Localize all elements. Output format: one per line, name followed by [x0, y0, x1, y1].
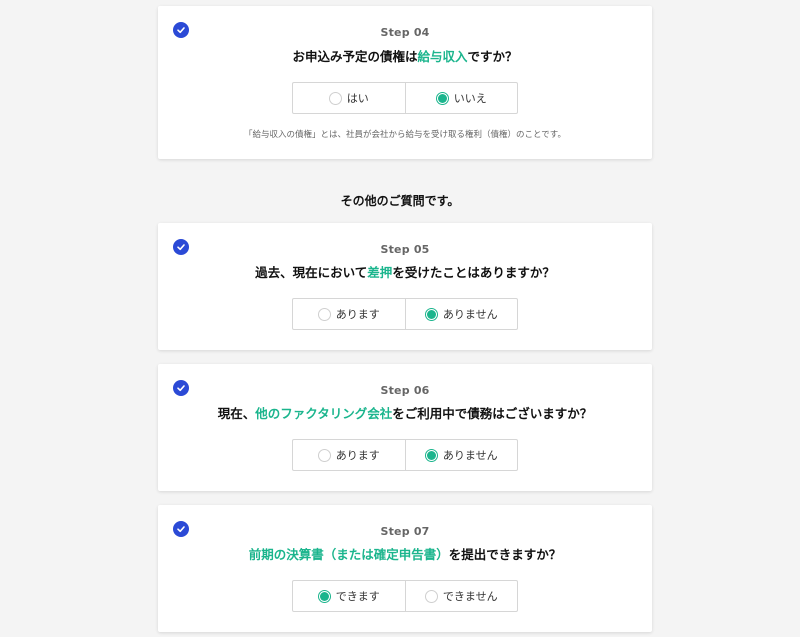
radio-selected-icon[interactable]	[424, 448, 438, 462]
question-text: お申込み予定の債権は給与収入ですか？	[292, 49, 518, 64]
option-no[interactable]: ありません	[404, 440, 518, 470]
question-text: 過去、現在において差押を受けたことはありますか？	[255, 265, 555, 280]
step-label: Step 06	[380, 384, 430, 397]
question-text: 前期の決算書（または確定申告書）を提出できますか？	[248, 547, 562, 562]
question-card-step-06: Step 06 現在、他のファクタリング会社をご利用中で債務はございますか？ あ…	[158, 364, 652, 491]
radio-icon[interactable]	[328, 91, 342, 105]
option-no[interactable]: ありません	[404, 299, 518, 329]
radio-icon[interactable]	[424, 589, 438, 603]
radio-icon[interactable]	[317, 307, 331, 321]
section-title: その他のご質問です。	[340, 194, 460, 208]
option-no[interactable]: いいえ	[404, 83, 518, 113]
question-highlight: 差押	[367, 265, 393, 280]
step-label: Step 04	[380, 26, 430, 39]
answer-options: あります ありません	[292, 439, 518, 471]
radio-selected-icon[interactable]	[317, 589, 331, 603]
radio-selected-icon[interactable]	[435, 91, 449, 105]
help-note: 「給与収入の債権」とは、社員が会社から給与を受け取る権利（債権）のことです。	[244, 130, 566, 140]
answer-options: できます できません	[292, 580, 518, 612]
step-label: Step 05	[380, 243, 430, 256]
option-yes[interactable]: できます	[293, 581, 405, 611]
question-card-step-07: Step 07 前期の決算書（または確定申告書）を提出できますか？ できます で…	[158, 505, 652, 632]
radio-selected-icon[interactable]	[424, 307, 438, 321]
step-label: Step 07	[380, 525, 430, 538]
answer-options: あります ありません	[292, 298, 518, 330]
question-highlight: 給与収入	[417, 49, 468, 64]
radio-icon[interactable]	[317, 448, 331, 462]
question-card-step-05: Step 05 過去、現在において差押を受けたことはありますか？ あります あり…	[158, 223, 652, 350]
question-highlight: 前期の決算書（または確定申告書）	[248, 547, 449, 562]
option-yes[interactable]: あります	[293, 299, 405, 329]
option-no[interactable]: できません	[404, 581, 518, 611]
option-yes[interactable]: あります	[293, 440, 405, 470]
question-card-step-04: Step 04 お申込み予定の債権は給与収入ですか？ はい いいえ 「給与収入の…	[158, 6, 652, 159]
question-highlight: 他のファクタリング会社	[255, 406, 393, 421]
question-text: 現在、他のファクタリング会社をご利用中で債務はございますか？	[217, 406, 593, 421]
answer-options: はい いいえ	[292, 82, 518, 114]
option-yes[interactable]: はい	[293, 83, 405, 113]
